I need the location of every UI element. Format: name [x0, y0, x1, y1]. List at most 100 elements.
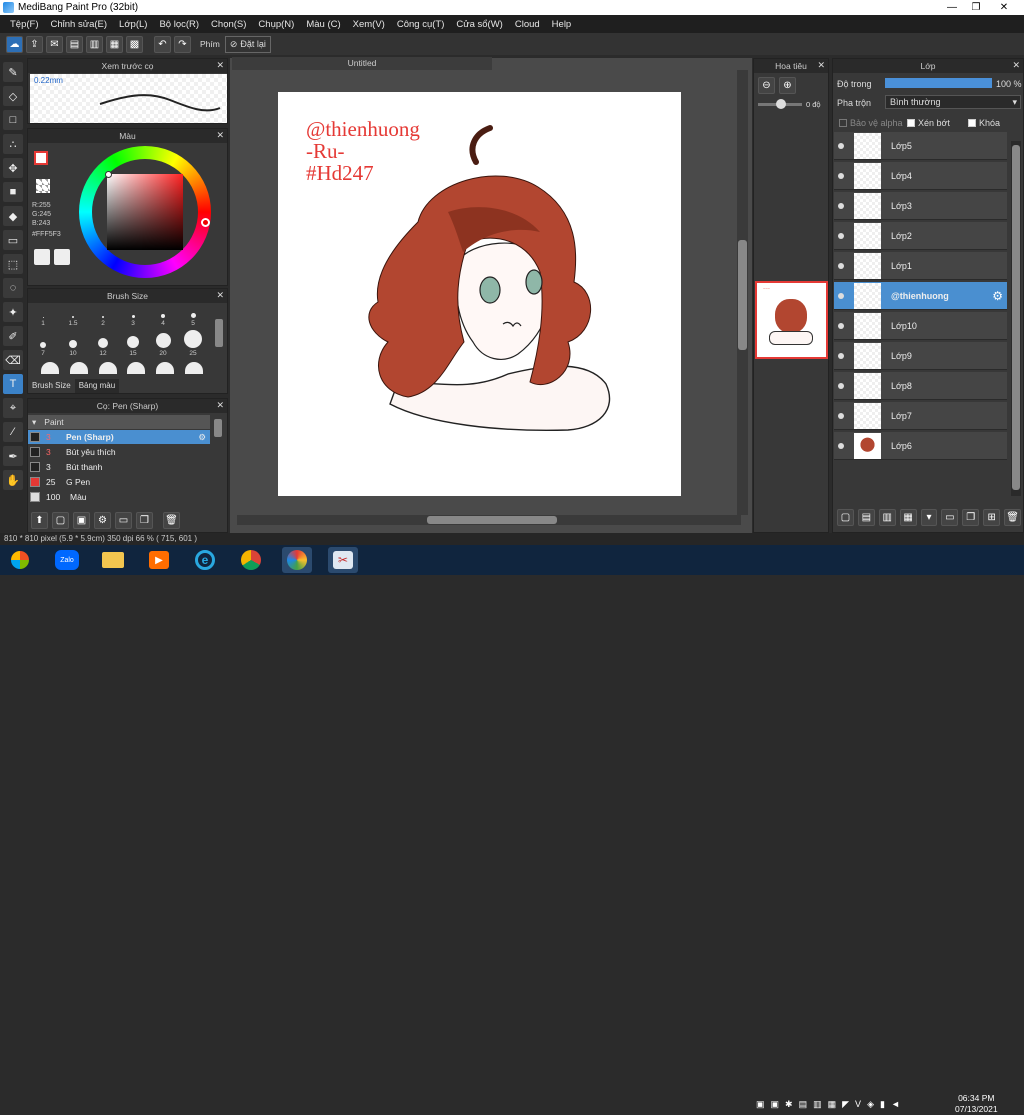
bluetooth-icon[interactable]: ✱ [785, 1099, 793, 1110]
text-tool-icon[interactable]: T [3, 374, 23, 394]
duplicate-icon[interactable]: ❐ [136, 512, 153, 529]
navigator-thumbnail[interactable]: ~~~ [755, 281, 828, 359]
saturation-value-square[interactable] [107, 174, 183, 250]
new-brush-icon[interactable]: ▢ [52, 512, 69, 529]
size-option[interactable]: 2 [88, 305, 118, 327]
brush-row-pen-sharp[interactable]: 3 Pen (Sharp) ⚙ [28, 430, 210, 444]
rotate-slider[interactable] [758, 99, 802, 109]
primary-color-swatch[interactable] [34, 151, 48, 165]
layer-row[interactable]: Lớp2 [834, 222, 1007, 250]
panel-close-icon[interactable]: ✕ [216, 400, 224, 411]
volume-icon[interactable]: ◄ [891, 1099, 900, 1110]
brush-group[interactable]: ▾ Paint [28, 415, 210, 429]
menu-select[interactable]: Chọn(S) [205, 19, 252, 30]
palette-settings-icon[interactable] [54, 249, 70, 265]
tray-app-icon[interactable]: ▤ [799, 1099, 808, 1110]
tab-brush-size[interactable]: Brush Size [28, 379, 75, 393]
zoom-in-icon[interactable]: ⊕ [779, 77, 796, 94]
trash-icon[interactable]: 🗑 [1004, 509, 1022, 526]
dot-tool-icon[interactable]: ∴ [3, 134, 23, 154]
menu-layer[interactable]: Lớp(L) [113, 19, 153, 30]
eyedropper-tool-icon[interactable]: ⁄ [3, 422, 23, 442]
blend-mode-select[interactable]: Bình thường ▾ [885, 95, 1021, 109]
menu-help[interactable]: Help [546, 19, 578, 30]
visibility-eye-icon[interactable] [838, 202, 844, 209]
visibility-eye-icon[interactable] [838, 412, 844, 419]
tab-palette[interactable]: Bảng màu [74, 379, 120, 393]
brush-settings-icon[interactable]: ⚙ [94, 512, 111, 529]
visibility-eye-icon[interactable] [838, 142, 844, 149]
document-tab[interactable]: Untitled [232, 57, 492, 70]
brush-list-scrollbar[interactable] [214, 419, 222, 437]
pdf-icon[interactable]: ▥ [813, 1099, 822, 1110]
opacity-slider[interactable] [885, 78, 992, 88]
clipping-checkbox[interactable] [907, 119, 915, 127]
start-button[interactable] [4, 547, 36, 573]
taskbar-ie[interactable]: e [190, 547, 220, 573]
taskbar-explorer[interactable] [98, 547, 128, 573]
size-option[interactable]: 7 [28, 329, 58, 357]
maximize-button[interactable]: ❐ [962, 0, 990, 15]
layer-row-selected[interactable]: @thienhuong ⚙ [834, 282, 1007, 310]
clipping-option[interactable]: Xén bớt [907, 118, 950, 128]
redo-icon[interactable]: ↷ [174, 35, 191, 53]
canvas[interactable]: @thienhuong -Ru- #Hd247 [278, 92, 681, 496]
brush-bitmap-icon[interactable]: ▣ [73, 512, 90, 529]
undo-icon[interactable]: ↶ [154, 35, 171, 53]
protect-alpha-option[interactable]: Bảo vệ alpha [839, 118, 903, 128]
layer-scrollbar[interactable] [1011, 141, 1021, 496]
zoom-out-icon[interactable]: ⊖ [758, 77, 775, 94]
network-icon[interactable]: ▮ [880, 1099, 885, 1110]
gradient-tool-icon[interactable]: ▭ [3, 230, 23, 250]
layer-row[interactable]: Lớp10 [834, 312, 1007, 340]
menu-filter[interactable]: Bộ lọc(R) [153, 19, 205, 30]
brush-size-scrollbar[interactable] [215, 319, 223, 347]
material-icon[interactable]: ▦ [106, 35, 123, 53]
visibility-eye-icon[interactable] [838, 352, 844, 359]
menu-snap[interactable]: Chụp(N) [252, 19, 300, 30]
folder-icon[interactable]: ▭ [115, 512, 132, 529]
trash-icon[interactable]: 🗑 [163, 512, 180, 529]
cloud-icon[interactable]: ☁ [6, 35, 23, 53]
size-option[interactable]: 1.5 [58, 305, 88, 327]
layer-row[interactable]: Lớp5 [834, 132, 1007, 160]
visibility-eye-icon[interactable] [838, 232, 844, 239]
select-tool-icon[interactable]: ⬚ [3, 254, 23, 274]
reset-button[interactable]: ⊘ Đặt lại [224, 35, 271, 53]
page-icon[interactable]: ▥ [86, 35, 103, 53]
hand-tool-icon[interactable]: ✋ [3, 470, 23, 490]
lock-checkbox[interactable] [968, 119, 976, 127]
nvidia-icon[interactable]: ◤ [842, 1099, 849, 1110]
palette-icon[interactable] [34, 249, 50, 265]
brush-row[interactable]: 25 G Pen [28, 475, 210, 489]
horizontal-scroll-thumb[interactable] [427, 516, 557, 524]
panel-close-icon[interactable]: ✕ [216, 290, 224, 301]
size-option[interactable]: 10 [58, 329, 88, 357]
new-halftone-layer-icon[interactable]: ▤ [857, 509, 875, 526]
hue-wheel[interactable] [79, 146, 211, 278]
grid-icon[interactable]: ▩ [126, 35, 143, 53]
panel-close-icon[interactable]: ✕ [1012, 60, 1020, 71]
lock-option[interactable]: Khóa [968, 118, 1000, 128]
new-1bit-layer-icon[interactable]: ▦ [899, 509, 917, 526]
horizontal-scrollbar[interactable] [237, 515, 741, 525]
visibility-eye-icon[interactable] [838, 172, 844, 179]
visibility-eye-icon[interactable] [838, 382, 844, 389]
sv-cursor[interactable] [105, 171, 112, 178]
menu-color[interactable]: Màu (C) [300, 19, 346, 30]
tray-app-icon[interactable]: ▣ [756, 1099, 765, 1110]
protect-alpha-checkbox[interactable] [839, 119, 847, 127]
comment-icon[interactable]: ✉ [46, 35, 63, 53]
document-icon[interactable]: ▤ [66, 35, 83, 53]
menu-file[interactable]: Tệp(F) [4, 19, 45, 30]
move-tool-icon[interactable]: ✥ [3, 158, 23, 178]
size-option[interactable]: 1 [28, 305, 58, 327]
taskbar-snipping[interactable]: ✂ [328, 547, 358, 573]
layer-row[interactable]: Lớp9 [834, 342, 1007, 370]
layer-row[interactable]: Lớp6 [834, 432, 1007, 460]
size-option[interactable]: 3 [118, 305, 148, 327]
add-layer-menu-icon[interactable]: ▾ [920, 509, 938, 526]
size-option[interactable]: 15 [118, 329, 148, 357]
menu-window[interactable]: Cửa sổ(W) [450, 19, 508, 30]
select-eraser-tool-icon[interactable]: ⌫ [3, 350, 23, 370]
